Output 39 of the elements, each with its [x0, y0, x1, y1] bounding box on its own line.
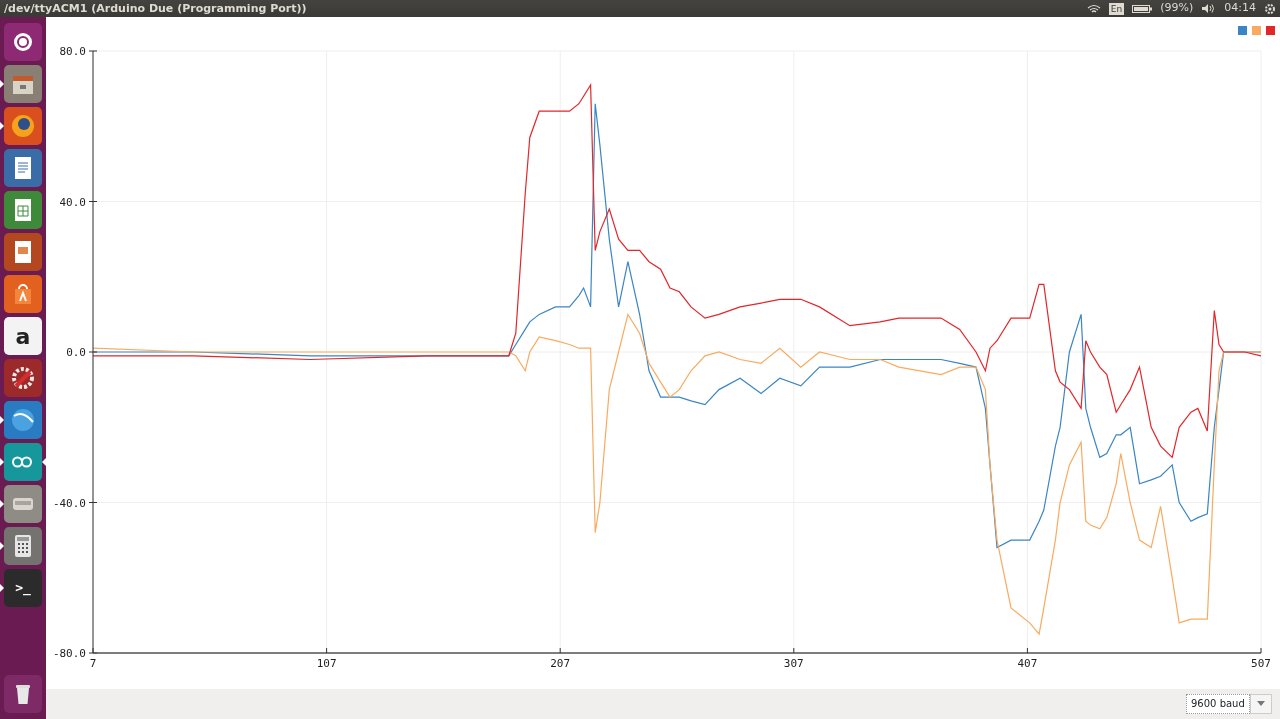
caret-icon: [1257, 701, 1265, 707]
sphere-icon: [9, 406, 37, 434]
axis-label: 207: [550, 657, 571, 670]
axis-label: 407: [1017, 657, 1038, 670]
wifi-icon[interactable]: [1086, 3, 1101, 14]
baud-rate-dropdown[interactable]: 9600 baud: [1186, 694, 1250, 714]
launcher-button[interactable]: >_: [4, 569, 42, 607]
launcher-button[interactable]: [4, 359, 42, 397]
axis-label: 507: [1251, 657, 1271, 670]
axis-label: 7: [89, 657, 97, 670]
launcher-button[interactable]: [4, 275, 42, 313]
gear-icon[interactable]: [1264, 2, 1276, 15]
globe-icon: [9, 112, 37, 140]
axis-label: 40.0: [59, 195, 86, 209]
axis-label: 80.0: [59, 45, 86, 58]
battery-percentage: (99%): [1160, 0, 1194, 17]
axis-label: 107: [316, 657, 337, 670]
axis-label: 307: [783, 657, 804, 670]
keyboard-layout-indicator[interactable]: En: [1108, 2, 1125, 15]
launcher-button[interactable]: [4, 675, 42, 713]
launcher-button[interactable]: [4, 527, 42, 565]
launcher-button[interactable]: a: [4, 317, 42, 355]
wrench-icon: [9, 364, 37, 392]
launcher-button[interactable]: [4, 107, 42, 145]
launcher-button[interactable]: [4, 233, 42, 271]
axis-label: -80.0: [52, 647, 86, 660]
launcher-button[interactable]: [4, 23, 42, 61]
axis-label: -40.0: [52, 496, 86, 510]
launcher-button[interactable]: [4, 65, 42, 103]
launcher-button[interactable]: [4, 149, 42, 187]
launcher-button[interactable]: [4, 191, 42, 229]
launcher-button[interactable]: [4, 401, 42, 439]
volume-icon[interactable]: [1201, 3, 1217, 14]
battery-icon[interactable]: [1132, 3, 1153, 14]
axis-label: 0.0: [66, 346, 86, 359]
clock[interactable]: 04:14: [1224, 0, 1256, 17]
dropdown-button[interactable]: [1250, 694, 1272, 714]
window-title: /dev/ttyACM1 (Arduino Due (Programming Port)): [3, 1, 308, 17]
launcher-button[interactable]: [4, 443, 42, 481]
